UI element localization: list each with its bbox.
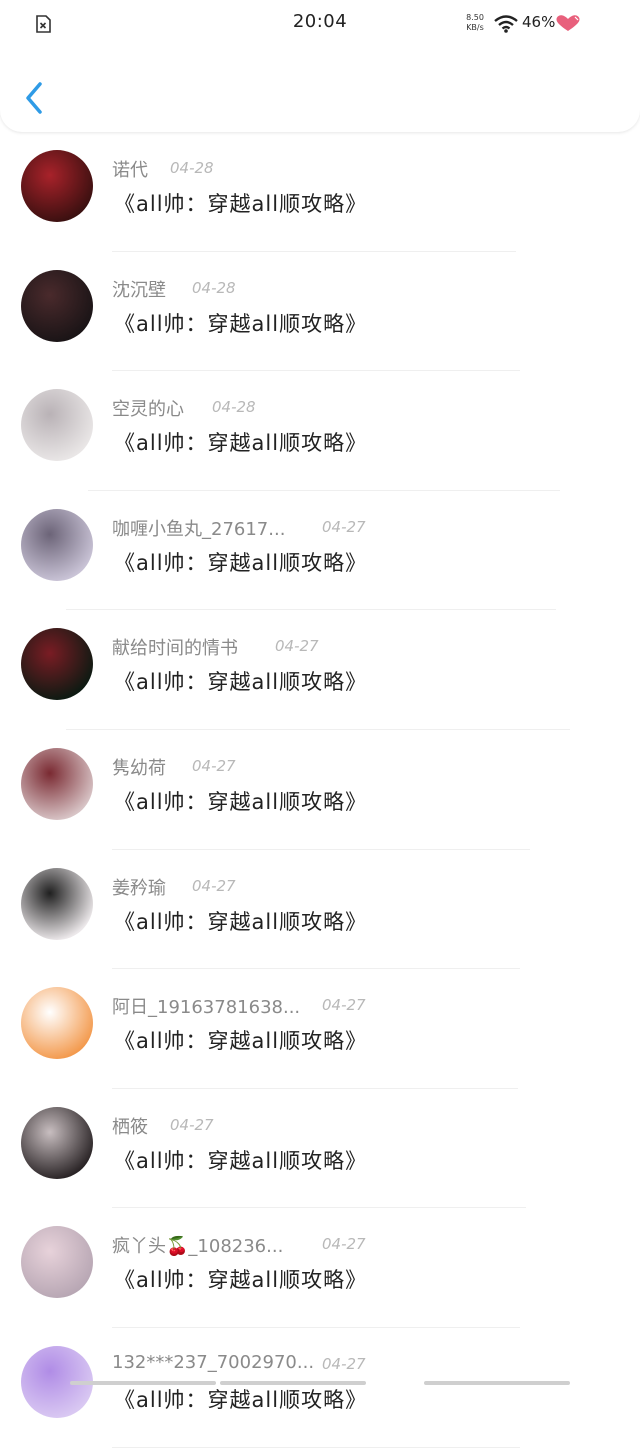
item-date: 04-28 bbox=[170, 159, 214, 177]
list-item[interactable]: 空灵的心 04-28 《all帅：穿越all顺攻略》 bbox=[0, 371, 640, 491]
book-title: 《all帅：穿越all顺攻略》 bbox=[114, 789, 368, 814]
network-speed-value: 8.50 bbox=[466, 13, 484, 22]
list-item[interactable]: 沈沉壁 04-28 《all帅：穿越all顺攻略》 bbox=[0, 252, 640, 372]
user-name: 栖筱 bbox=[112, 1116, 148, 1138]
list-item[interactable]: 献给时间的情书 04-27 《all帅：穿越all顺攻略》 bbox=[0, 610, 640, 730]
user-name: 阿日_19163781638... bbox=[112, 997, 301, 1019]
reader-list: 诺代 04-28 《all帅：穿越all顺攻略》 沈沉壁 04-28 《all帅：穿越al… bbox=[0, 132, 640, 1448]
user-name: 隽幼荷 bbox=[112, 757, 166, 779]
item-date: 04-27 bbox=[170, 1115, 214, 1134]
item-date: 04-27 bbox=[192, 756, 236, 775]
top-header: 20:04 8.50 KB/s 46% bbox=[0, 0, 640, 132]
item-date: 04-27 bbox=[192, 876, 236, 895]
avatar[interactable] bbox=[21, 747, 93, 820]
list-item[interactable]: 132***237_7002970... 04-27 《all帅：穿越all顺攻略》 bbox=[0, 1328, 640, 1448]
book-title: 《all帅：穿越all顺攻略》 bbox=[114, 1268, 368, 1293]
list-item[interactable]: 栖筱 04-27 《all帅：穿越all顺攻略》 bbox=[0, 1089, 640, 1209]
user-name: 沈沉壁 bbox=[112, 279, 166, 301]
wifi-icon bbox=[494, 15, 518, 33]
user-name: 132***237_7002970... bbox=[112, 1351, 315, 1373]
list-item[interactable]: 隽幼荷 04-27 《all帅：穿越all顺攻略》 bbox=[0, 730, 640, 850]
book-title: 《all帅：穿越all顺攻略》 bbox=[114, 311, 368, 336]
item-date: 04-27 bbox=[322, 996, 366, 1015]
list-item[interactable]: 阿日_19163781638... 04-27 《all帅：穿越all顺攻略》 bbox=[0, 969, 640, 1089]
list-item[interactable]: 诺代 04-28 《all帅：穿越all顺攻略》 bbox=[0, 132, 640, 252]
item-date: 04-27 bbox=[322, 517, 366, 536]
avatar[interactable] bbox=[21, 628, 93, 701]
heart-battery-icon bbox=[556, 15, 580, 31]
avatar[interactable] bbox=[21, 269, 93, 342]
user-name: 姜矜瑜 bbox=[112, 877, 166, 899]
user-name: 献给时间的情书 bbox=[112, 638, 238, 660]
item-date: 04-28 bbox=[192, 278, 236, 297]
avatar[interactable] bbox=[21, 1106, 93, 1179]
avatar[interactable] bbox=[21, 1226, 93, 1299]
book-title: 《all帅：穿越all顺攻略》 bbox=[114, 1029, 368, 1054]
avatar[interactable] bbox=[21, 508, 93, 581]
item-date: 04-28 bbox=[212, 398, 256, 417]
book-title: 《all帅：穿越all顺攻略》 bbox=[114, 909, 368, 934]
avatar[interactable] bbox=[21, 389, 93, 462]
book-title: 《all帅：穿越all顺攻略》 bbox=[114, 431, 368, 456]
avatar[interactable] bbox=[21, 867, 93, 940]
avatar[interactable] bbox=[21, 987, 93, 1060]
horizontal-scrollbar[interactable] bbox=[70, 1381, 570, 1385]
user-name: 咖喱小鱼丸_27617... bbox=[112, 518, 286, 540]
book-title: 《all帅：穿越all顺攻略》 bbox=[114, 192, 368, 216]
network-speed-unit: KB/s bbox=[466, 23, 484, 32]
item-date: 04-27 bbox=[322, 1354, 366, 1373]
network-speed: 8.50 KB/s bbox=[462, 13, 488, 33]
item-date: 04-27 bbox=[275, 637, 319, 656]
book-title: 《all帅：穿越all顺攻略》 bbox=[114, 1148, 368, 1173]
back-button[interactable] bbox=[18, 78, 52, 118]
avatar[interactable] bbox=[21, 150, 93, 222]
user-name: 诺代 bbox=[112, 160, 148, 181]
battery-percentage: 46% bbox=[522, 13, 556, 31]
book-title: 《all帅：穿越all顺攻略》 bbox=[114, 670, 368, 695]
book-title: 《all帅：穿越all顺攻略》 bbox=[114, 1387, 368, 1412]
user-name: 疯丫头🍒_108236... bbox=[112, 1236, 284, 1258]
book-title: 《all帅：穿越all顺攻略》 bbox=[114, 550, 368, 575]
item-date: 04-27 bbox=[322, 1235, 366, 1254]
list-item[interactable]: 疯丫头🍒_108236... 04-27 《all帅：穿越all顺攻略》 bbox=[0, 1208, 640, 1328]
user-name: 空灵的心 bbox=[112, 399, 184, 421]
status-bar: 20:04 8.50 KB/s 46% bbox=[0, 0, 640, 46]
row-divider bbox=[112, 1446, 520, 1448]
list-item[interactable]: 咖喱小鱼丸_27617... 04-27 《all帅：穿越all顺攻略》 bbox=[0, 491, 640, 611]
list-item[interactable]: 姜矜瑜 04-27 《all帅：穿越all顺攻略》 bbox=[0, 850, 640, 970]
